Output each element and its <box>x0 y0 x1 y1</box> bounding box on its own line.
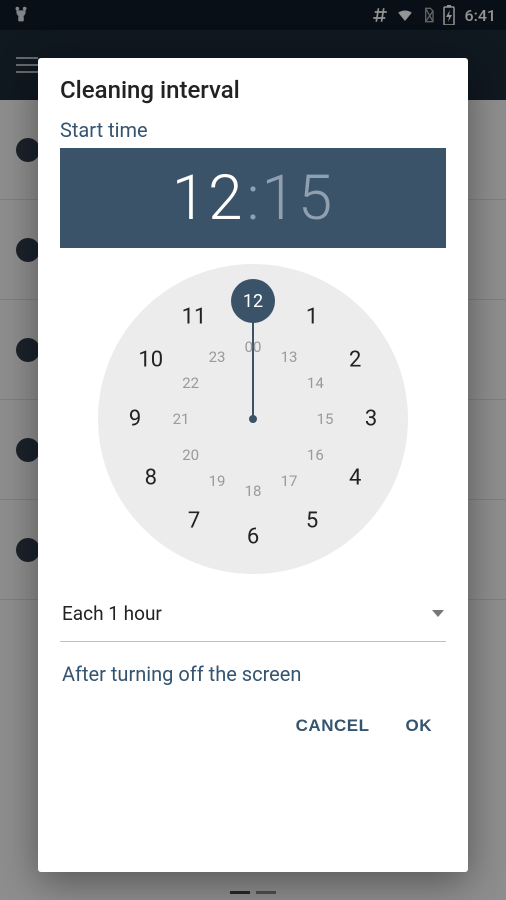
ok-button[interactable]: OK <box>400 708 439 744</box>
dialog-title: Cleaning interval <box>60 76 446 104</box>
time-colon: : <box>246 162 259 235</box>
clock-number-outer[interactable]: 1 <box>306 304 318 329</box>
interval-value: Each 1 hour <box>62 602 162 625</box>
clock-number-outer[interactable]: 7 <box>188 509 200 534</box>
clock-number-outer[interactable]: 11 <box>182 304 207 329</box>
clock-number-outer[interactable]: 6 <box>247 525 259 550</box>
time-display[interactable]: 12 : 15 <box>60 148 446 248</box>
clock-number-inner[interactable]: 00 <box>245 338 262 356</box>
clock-number-inner[interactable]: 18 <box>245 482 262 500</box>
clock-number-outer[interactable]: 9 <box>129 407 141 432</box>
clock-number-outer[interactable]: 4 <box>349 466 361 491</box>
clock-number-inner[interactable]: 20 <box>182 446 199 464</box>
after-screen-off-option[interactable]: After turning off the screen <box>60 660 446 702</box>
dropdown-icon <box>432 610 444 617</box>
start-time-label: Start time <box>60 118 446 142</box>
clock-knob[interactable]: 12 <box>231 279 275 323</box>
clock-number-inner[interactable]: 16 <box>307 446 324 464</box>
clock-center <box>249 415 257 423</box>
clock-number-inner[interactable]: 22 <box>182 374 199 392</box>
clock-face[interactable]: 12 1212345678910110013141516171819202122… <box>98 264 408 574</box>
clock-number-outer[interactable]: 3 <box>365 407 377 432</box>
clock-number-outer[interactable]: 8 <box>145 466 157 491</box>
cancel-button[interactable]: CANCEL <box>290 708 376 744</box>
clock-number-inner[interactable]: 17 <box>281 472 298 490</box>
clock-number-inner[interactable]: 14 <box>307 374 324 392</box>
time-hours[interactable]: 12 <box>172 162 245 235</box>
cleaning-interval-dialog: Cleaning interval Start time 12 : 15 12 … <box>38 58 468 872</box>
clock-number-inner[interactable]: 19 <box>209 472 226 490</box>
clock-number-inner[interactable]: 23 <box>209 348 226 366</box>
clock-number-inner[interactable]: 13 <box>281 348 298 366</box>
clock-number-outer[interactable]: 5 <box>306 509 318 534</box>
time-minutes[interactable]: 15 <box>262 162 335 235</box>
interval-select[interactable]: Each 1 hour <box>60 592 446 642</box>
clock-number-inner[interactable]: 15 <box>317 410 334 428</box>
clock-number-outer[interactable]: 2 <box>349 348 361 373</box>
dialog-buttons: CANCEL OK <box>60 702 446 750</box>
clock-number-outer[interactable]: 10 <box>138 348 163 373</box>
clock-number-inner[interactable]: 21 <box>173 410 190 428</box>
